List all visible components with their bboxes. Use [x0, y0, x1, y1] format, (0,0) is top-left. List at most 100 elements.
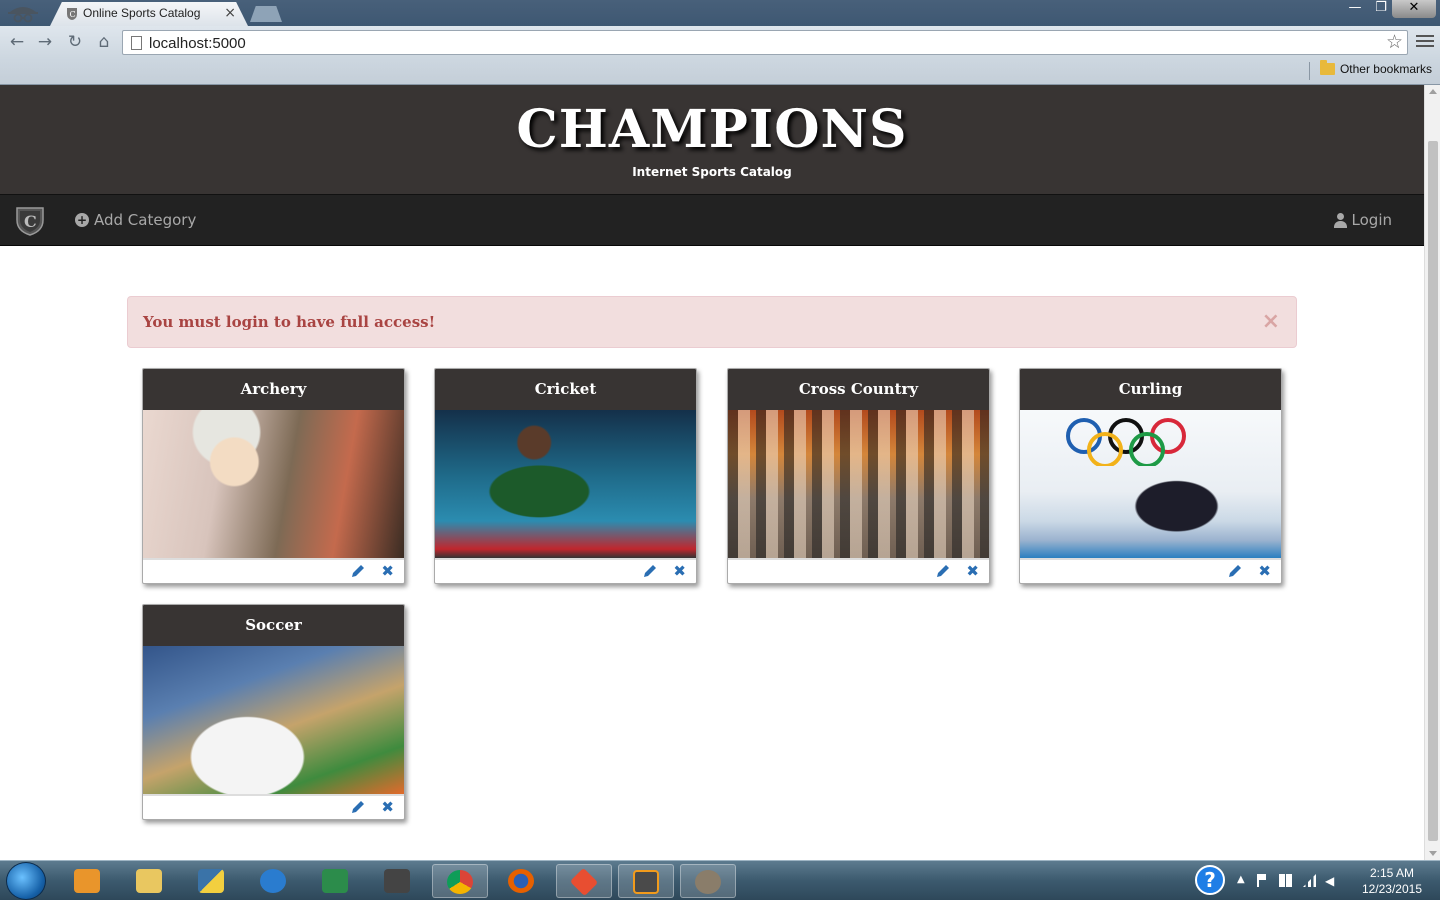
category-title: Cricket: [435, 369, 696, 410]
category-title: Cross Country: [728, 369, 989, 410]
category-card-curling[interactable]: Curling ✖: [1019, 368, 1282, 584]
browser-toolbar: ← → ↻ ⌂ ☆: [0, 26, 1440, 58]
tab-online-sports-catalog[interactable]: C Online Sports Catalog ×: [50, 2, 248, 26]
window-close-button[interactable]: ✕: [1392, 0, 1436, 18]
olympic-rings-icon: [1066, 418, 1186, 466]
taskbar-firefox[interactable]: [494, 864, 550, 898]
alert-message: You must login to have full access!: [143, 313, 436, 331]
category-image-curling[interactable]: [1020, 410, 1281, 558]
alert-close-button[interactable]: ×: [1262, 309, 1280, 334]
gimp-icon: [695, 870, 721, 894]
clock-time: 2:15 AM: [1369, 866, 1414, 880]
taskbar-sublime[interactable]: [618, 864, 674, 898]
other-bookmarks-button[interactable]: Other bookmarks: [1319, 60, 1432, 76]
forward-arrow-icon[interactable]: →: [34, 32, 56, 52]
category-image-archery[interactable]: [143, 410, 404, 558]
thunderbird-icon: [260, 869, 286, 893]
volume-icon[interactable]: ◀: [1325, 874, 1338, 888]
folder-explorer-icon: [136, 869, 162, 893]
taskbar-media-player[interactable]: [60, 864, 116, 898]
category-title: Curling: [1020, 369, 1281, 410]
media-player-icon: [74, 869, 100, 893]
browser-chrome: C Online Sports Catalog × — ❐ ✕ ← → ↻ ⌂ …: [0, 0, 1440, 85]
system-clock[interactable]: 2:15 AM 12/23/2015: [1362, 865, 1422, 897]
other-bookmarks-label: Other bookmarks: [1339, 62, 1432, 76]
address-bar[interactable]: ☆: [122, 30, 1408, 55]
taskbar-python[interactable]: [184, 864, 240, 898]
pencil-icon[interactable]: [1227, 563, 1243, 579]
page-scrollbar[interactable]: [1424, 85, 1440, 860]
new-tab-button[interactable]: [250, 6, 282, 22]
home-icon[interactable]: ⌂: [93, 32, 115, 52]
page-viewport: CHAMPIONS Internet Sports Catalog C + Ad…: [0, 85, 1424, 860]
incognito-icon: [8, 7, 38, 23]
category-image-soccer[interactable]: [143, 646, 404, 794]
delete-x-icon[interactable]: ✖: [1258, 562, 1271, 580]
user-icon: [1333, 212, 1347, 228]
maximize-button[interactable]: ❐: [1368, 0, 1394, 18]
champions-shield-logo-icon[interactable]: C: [14, 205, 46, 237]
delete-x-icon[interactable]: ✖: [381, 562, 394, 580]
url-input[interactable]: [149, 33, 1349, 53]
tab-title: Online Sports Catalog: [83, 6, 201, 20]
category-image-cricket[interactable]: [435, 410, 696, 558]
site-title: CHAMPIONS: [516, 99, 908, 160]
card-actions: ✖: [435, 558, 696, 583]
category-card-archery[interactable]: Archery ✖: [142, 368, 405, 584]
pencil-icon[interactable]: [350, 799, 366, 815]
pencil-icon[interactable]: [350, 563, 366, 579]
category-card-cricket[interactable]: Cricket ✖: [434, 368, 697, 584]
windows-icon[interactable]: [1279, 874, 1292, 887]
card-actions: ✖: [143, 794, 404, 819]
scroll-down-arrow-icon[interactable]: [1429, 851, 1437, 856]
terminal-icon: [322, 869, 348, 893]
taskbar-thunderbird[interactable]: [246, 864, 302, 898]
network-signal-icon[interactable]: [1303, 874, 1316, 887]
reload-icon[interactable]: ↻: [64, 32, 86, 52]
scroll-up-arrow-icon[interactable]: [1429, 89, 1437, 94]
add-category-link[interactable]: + Add Category: [75, 211, 196, 229]
card-actions: ✖: [143, 558, 404, 583]
system-tray: ? ▲ ◀ 2:15 AM 12/23/2015: [1195, 861, 1440, 901]
login-alert: You must login to have full access! ×: [127, 296, 1297, 348]
taskbar-explorer[interactable]: [122, 864, 178, 898]
help-icon[interactable]: ?: [1195, 865, 1225, 895]
pencil-icon[interactable]: [642, 563, 658, 579]
bookmark-star-icon[interactable]: ☆: [1386, 31, 1403, 53]
category-card-cross-country[interactable]: Cross Country ✖: [727, 368, 990, 584]
clock-date: 12/23/2015: [1361, 882, 1422, 896]
svg-text:C: C: [24, 212, 37, 231]
action-center-flag-icon[interactable]: [1257, 874, 1266, 887]
git-icon: [569, 867, 599, 897]
taskbar-printer[interactable]: [370, 864, 426, 898]
taskbar-chrome[interactable]: [432, 864, 488, 898]
back-arrow-icon[interactable]: ←: [6, 32, 28, 52]
taskbar-terminal[interactable]: [308, 864, 364, 898]
delete-x-icon[interactable]: ✖: [673, 562, 686, 580]
python-icon: [198, 869, 224, 893]
svg-text:C: C: [70, 10, 76, 19]
champions-favicon-icon: C: [67, 8, 77, 20]
delete-x-icon[interactable]: ✖: [381, 798, 394, 816]
site-subtitle: Internet Sports Catalog: [632, 165, 792, 179]
login-link[interactable]: Login: [1333, 211, 1392, 229]
card-actions: ✖: [728, 558, 989, 583]
login-label: Login: [1351, 211, 1392, 229]
start-button-windows-icon[interactable]: [6, 862, 46, 900]
bookmarks-separator: [1309, 62, 1310, 80]
taskbar-gimp[interactable]: [680, 864, 736, 898]
tab-close-button[interactable]: ×: [224, 5, 236, 21]
browser-menu-icon[interactable]: [1416, 32, 1434, 50]
site-navbar: C + Add Category Login: [0, 194, 1424, 246]
printer-icon: [384, 869, 410, 893]
category-image-cross-country[interactable]: [728, 410, 989, 558]
scrollbar-thumb[interactable]: [1428, 141, 1438, 841]
category-card-soccer[interactable]: Soccer ✖: [142, 604, 405, 820]
tray-expand-icon[interactable]: ▲: [1237, 874, 1250, 887]
sublime-text-icon: [633, 870, 659, 894]
minimize-button[interactable]: —: [1342, 0, 1368, 18]
taskbar-git[interactable]: [556, 864, 612, 898]
windows-taskbar: ? ▲ ◀ 2:15 AM 12/23/2015: [0, 860, 1440, 900]
pencil-icon[interactable]: [935, 563, 951, 579]
delete-x-icon[interactable]: ✖: [966, 562, 979, 580]
